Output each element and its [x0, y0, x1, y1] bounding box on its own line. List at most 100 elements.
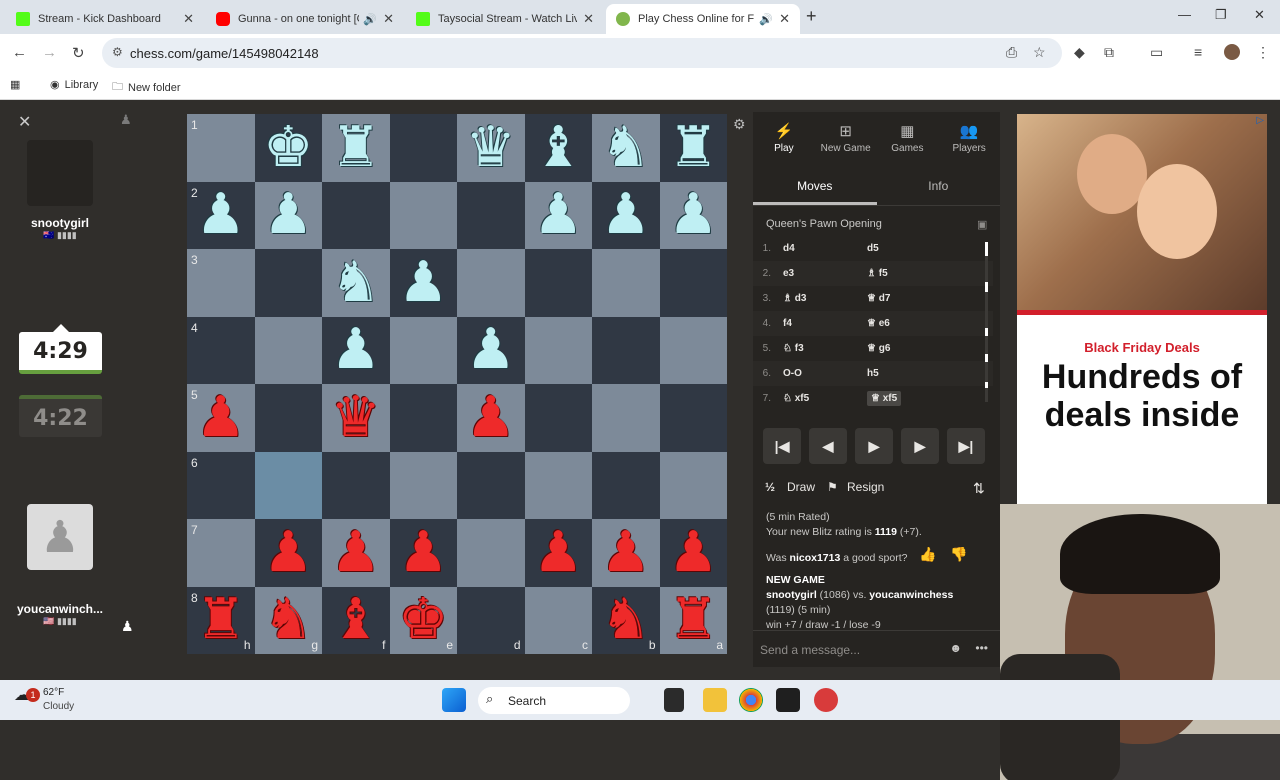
install-app-icon[interactable]: ⎙: [1006, 44, 1017, 61]
chess-board[interactable]: 1 ♚ ♜ ♛ ♝ ♞ ♜ 2 ♟ ♟ ♟ ♟ ♟ 3 ♞ ♟ 4 ♟ ♟ 5 ♟ ♛ ♟ 6 7 ♟ ♟ ♟ ♟ ♟ ♟ 8 h ♜ g ♞ f ♝ e ♚…: [187, 114, 727, 654]
board-square[interactable]: ♜: [659, 114, 727, 182]
ad-choices-icon[interactable]: ▷: [1256, 115, 1264, 126]
black-move[interactable]: h5: [867, 368, 879, 379]
white-queen-piece[interactable]: ♛: [466, 119, 516, 176]
board-square[interactable]: ♟: [457, 384, 525, 452]
settings-gear-icon[interactable]: ⚙: [733, 116, 746, 133]
minimize-icon[interactable]: —: [1178, 7, 1191, 22]
board-square[interactable]: ♟: [524, 519, 592, 587]
red-pawn-piece[interactable]: ♟: [398, 524, 448, 581]
white-knight-piece[interactable]: ♞: [331, 254, 381, 311]
tab-youtube[interactable]: Gunna - on one tonight [Of 🔊 ✕: [206, 4, 404, 34]
board-square[interactable]: ♞: [592, 114, 660, 182]
move-list-scrollbar[interactable]: [985, 242, 988, 402]
board-square[interactable]: [322, 181, 390, 249]
red-pawn-piece[interactable]: ♟: [601, 524, 651, 581]
bookmark-new-folder[interactable]: 🗀 New folder: [112, 78, 181, 97]
tab-games[interactable]: ▦ Games: [877, 112, 939, 166]
close-icon[interactable]: ✕: [18, 112, 31, 132]
white-pawn-piece[interactable]: ♟: [533, 187, 583, 243]
white-pawn-piece[interactable]: ♟: [196, 187, 246, 243]
board-square[interactable]: d: [457, 586, 525, 654]
board-square[interactable]: ♟: [457, 316, 525, 384]
tab-moves[interactable]: Moves: [753, 170, 877, 205]
red-pawn-piece[interactable]: ♟: [533, 524, 583, 581]
board-square[interactable]: [457, 451, 525, 519]
avatar-top-player[interactable]: [27, 140, 93, 206]
white-pawn-piece[interactable]: ♟: [601, 187, 651, 243]
apps-grid-icon[interactable]: ▦: [10, 78, 20, 91]
next-move-button[interactable]: ▶: [901, 428, 939, 464]
red-knight-piece[interactable]: ♞: [263, 592, 313, 648]
white-move[interactable]: ♘ f3: [783, 343, 867, 354]
menu-dots-icon[interactable]: ⋮: [1256, 44, 1270, 61]
white-pawn-piece[interactable]: ♟: [466, 322, 516, 378]
board-square[interactable]: [659, 384, 727, 452]
board-square[interactable]: [524, 451, 592, 519]
tab-chess[interactable]: Play Chess Online for FREE 🔊 ✕: [606, 4, 800, 34]
white-bishop-piece[interactable]: ♝: [533, 119, 583, 176]
black-move[interactable]: ♗ f5: [867, 268, 888, 279]
close-window-icon[interactable]: ✕: [1254, 7, 1265, 23]
last-move-button[interactable]: ▶|: [947, 428, 985, 464]
close-icon[interactable]: ✕: [383, 11, 394, 27]
board-square[interactable]: c: [524, 586, 592, 654]
more-dots-icon[interactable]: •••: [975, 641, 988, 655]
thumbs-down-icon[interactable]: 👎: [950, 546, 967, 562]
bottom-player-name[interactable]: youcanwinch...: [0, 602, 120, 616]
chrome-icon[interactable]: [739, 688, 763, 712]
speaker-icon[interactable]: 🔊: [363, 13, 377, 26]
previous-move-button[interactable]: ◀: [809, 428, 847, 464]
book-icon[interactable]: ▣: [977, 218, 987, 231]
red-queen-piece[interactable]: ♛: [331, 389, 381, 446]
play-button[interactable]: ▶: [855, 428, 893, 464]
white-rook-piece[interactable]: ♜: [668, 119, 718, 176]
thumbs-up-icon[interactable]: 👍: [919, 546, 936, 562]
white-move[interactable]: ♘ xf5: [783, 393, 867, 404]
red-pawn-piece[interactable]: ♟: [331, 524, 381, 581]
board-square[interactable]: [254, 384, 322, 452]
file-explorer-icon[interactable]: [703, 688, 727, 712]
board-square[interactable]: [524, 384, 592, 452]
board-square[interactable]: 5 ♟: [187, 384, 255, 452]
profile-avatar[interactable]: [1224, 44, 1240, 60]
white-move[interactable]: d4: [783, 243, 867, 254]
board-square[interactable]: ♜: [322, 114, 390, 182]
board-square[interactable]: [524, 316, 592, 384]
board-square[interactable]: [592, 451, 660, 519]
red-pawn-piece[interactable]: ♟: [668, 524, 718, 581]
white-pawn-piece[interactable]: ♟: [263, 187, 313, 243]
board-square[interactable]: ♟: [659, 519, 727, 587]
board-square[interactable]: [592, 384, 660, 452]
board-square[interactable]: [457, 181, 525, 249]
black-move[interactable]: ♕ g6: [867, 343, 890, 354]
board-square[interactable]: [592, 316, 660, 384]
white-move[interactable]: e3: [783, 268, 867, 279]
tab-new-game[interactable]: ⊞ New Game: [815, 112, 877, 166]
board-square[interactable]: ♛: [322, 384, 390, 452]
opening-name[interactable]: Queen's Pawn Opening: [766, 218, 882, 230]
opponent-name-link[interactable]: nicox1713: [790, 552, 841, 564]
board-square[interactable]: [254, 249, 322, 317]
extension-icon[interactable]: ◆: [1074, 44, 1085, 61]
black-move[interactable]: d5: [867, 243, 879, 254]
black-move[interactable]: ♕ e6: [867, 318, 890, 329]
board-square[interactable]: b ♞: [592, 586, 660, 654]
white-move[interactable]: ♗ d3: [783, 293, 867, 304]
restore-icon[interactable]: ❐: [1215, 7, 1227, 23]
red-pawn-piece[interactable]: ♟: [263, 524, 313, 581]
board-square[interactable]: [389, 384, 457, 452]
resign-button[interactable]: Resign: [847, 480, 884, 494]
board-square[interactable]: ♝: [524, 114, 592, 182]
back-arrow-icon[interactable]: ←: [12, 44, 27, 61]
board-square[interactable]: [659, 249, 727, 317]
board-square[interactable]: [389, 181, 457, 249]
board-square[interactable]: [659, 316, 727, 384]
white-move[interactable]: f4: [783, 318, 867, 329]
app-icon[interactable]: [814, 688, 838, 712]
board-square[interactable]: 1: [187, 114, 255, 182]
puzzle-icon[interactable]: ⧉: [1104, 44, 1114, 61]
close-icon[interactable]: ✕: [183, 11, 194, 27]
board-square[interactable]: ♟: [592, 519, 660, 587]
white-pawn-piece[interactable]: ♟: [331, 322, 381, 378]
